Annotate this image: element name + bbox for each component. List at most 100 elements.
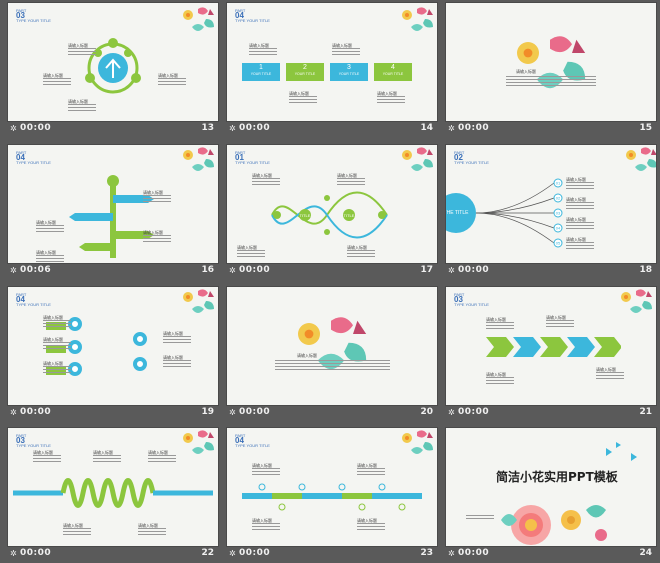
flower-decoration-icon <box>402 430 433 454</box>
slide-number: 15 <box>639 123 652 133</box>
slide-thumbnail-19[interactable]: PART 04 TYPE YOUR TITLE 请输入标题 请输入标题 请输入标题 请输入… <box>8 287 218 419</box>
slide-thumbnail-21[interactable]: PART 03 TYPE YOUR TITLE 请输入标题 请输入标题 请输入标题 请输入… <box>446 287 656 419</box>
title-circle: THE TITLE <box>446 193 476 233</box>
svg-text:TITLE: TITLE <box>300 213 311 218</box>
transition-icon[interactable]: ✲ <box>229 266 236 275</box>
flower-decoration-icon <box>621 289 652 313</box>
transition-icon[interactable]: ✲ <box>10 124 17 133</box>
wave-diagram: TITLE TITLE <box>271 191 388 239</box>
slide-thumbnail-22[interactable]: PART 03 TYPE YOUR TITLE 请输入标题 请输入标题 请输入标题 请输入… <box>8 428 218 560</box>
slide-number: 18 <box>639 265 652 275</box>
slide-thumbnail-17[interactable]: PART 01 TYPE YOUR TITLE TITLE TITLE 请输入标题请… <box>227 145 437 277</box>
slide-preview[interactable]: PART 03 TYPE YOUR TITLE 请输入标题 请输入标题 请输入标题 请输入… <box>8 428 218 546</box>
slide-preview[interactable]: PART 04 TYPE YOUR TITLE 1 YOUR TITLE 2 YOU… <box>227 3 437 121</box>
transition-icon[interactable]: ✲ <box>448 124 455 133</box>
transition-icon[interactable]: ✲ <box>10 408 17 417</box>
slide-timing: 00:00 <box>458 265 490 275</box>
slide-thumbnail-15[interactable]: 请输入标题 ✲ 00:00 15 <box>446 3 656 135</box>
slide-thumbnail-16[interactable]: PART 04 TYPE YOUR TITLE 请输入标题 请输入标题 请输入标题 请输入… <box>8 145 218 277</box>
slide-preview[interactable]: 请输入标题 <box>446 3 656 121</box>
slide-preview[interactable]: PART 04 TYPE YOUR TITLE 请输入标题 请输入标题 请输入标题 请输入… <box>8 287 218 405</box>
slide-footer: ✲ 00:00 17 <box>227 265 437 279</box>
slide-timing: 00:00 <box>458 548 490 558</box>
part-header: PART 02 TYPE YOUR TITLE <box>454 150 489 165</box>
slide-number: 19 <box>201 407 214 417</box>
slide-number: 20 <box>420 407 433 417</box>
slide-number: 24 <box>639 548 652 558</box>
slide-preview[interactable]: 请输入标题 <box>227 287 437 405</box>
slide-preview[interactable]: PART 04 TYPE YOUR TITLE 请输入标题 请输入标题 请输入标题 请输入… <box>227 428 437 546</box>
slide-thumbnail-23[interactable]: PART 04 TYPE YOUR TITLE 请输入标题 请输入标题 请输入标题 请输入… <box>227 428 437 560</box>
flower-decoration-icon <box>183 147 214 171</box>
placeholder-title: 请输入标题 <box>516 69 536 74</box>
slide-number: 22 <box>201 548 214 558</box>
butterfly-icon <box>606 442 637 461</box>
slide-sorter-grid: PART 03 TYPE YOUR TITLE 请输入标题 请输入标题 请输入标题 请输入… <box>0 0 660 563</box>
placeholder-title: 请输入标题 <box>297 353 317 358</box>
part-header: PART 04 TYPE YOUR TITLE <box>16 292 51 307</box>
slide-timing: 00:06 <box>20 265 52 275</box>
slide-thumbnail-14[interactable]: PART 04 TYPE YOUR TITLE 1 YOUR TITLE 2 YOU… <box>227 3 437 135</box>
arrow-chain <box>486 337 621 357</box>
slide-footer: ✲ 00:00 23 <box>227 548 437 562</box>
flower-decoration-icon <box>626 147 656 171</box>
cover-title: 简洁小花实用PPT模板 <box>496 470 618 484</box>
flower-decoration-icon <box>183 289 214 313</box>
numbered-box: 2 YOUR TITLE <box>286 63 324 81</box>
flower-decoration-icon <box>183 430 214 454</box>
slide-thumbnail-24[interactable]: 简洁小花实用PPT模板 ✲ 00:00 24 <box>446 428 656 560</box>
slide-number: 17 <box>420 265 433 275</box>
slide-thumbnail-18[interactable]: PART 02 TYPE YOUR TITLE THE TITLE 01 02 03… <box>446 145 656 277</box>
transition-icon[interactable]: ✲ <box>448 408 455 417</box>
part-header: PART 03 TYPE YOUR TITLE <box>16 8 51 23</box>
svg-text:05: 05 <box>556 241 561 246</box>
slide-footer: ✲ 00:00 20 <box>227 407 437 421</box>
transition-icon[interactable]: ✲ <box>229 549 236 558</box>
slide-footer: ✲ 00:00 13 <box>8 123 218 137</box>
flower-decoration-icon <box>402 147 433 171</box>
slide-number: 21 <box>639 407 652 417</box>
transition-icon[interactable]: ✲ <box>229 124 236 133</box>
svg-text:04: 04 <box>556 226 561 231</box>
slide-thumbnail-13[interactable]: PART 03 TYPE YOUR TITLE 请输入标题 请输入标题 请输入标题 请输入… <box>8 3 218 135</box>
transition-icon[interactable]: ✲ <box>229 408 236 417</box>
slide-footer: ✲ 00:00 19 <box>8 407 218 421</box>
slide-timing: 00:00 <box>20 407 52 417</box>
part-header: PART 04 TYPE YOUR TITLE <box>235 8 270 23</box>
transition-icon[interactable]: ✲ <box>10 266 17 275</box>
transition-icon[interactable]: ✲ <box>10 549 17 558</box>
transition-icon[interactable]: ✲ <box>448 549 455 558</box>
svg-text:01: 01 <box>556 181 561 186</box>
slide-number: 16 <box>201 265 214 275</box>
slide-preview[interactable]: PART 04 TYPE YOUR TITLE 请输入标题 请输入标题 请输入标题 请输入… <box>8 145 218 263</box>
slide-timing: 00:00 <box>239 407 271 417</box>
slide-footer: ✲ 00:00 24 <box>446 548 656 562</box>
slide-footer: ✲ 00:00 15 <box>446 123 656 137</box>
slide-preview[interactable]: PART 01 TYPE YOUR TITLE TITLE TITLE 请输入标题请… <box>227 145 437 263</box>
slide-footer: ✲ 00:06 16 <box>8 265 218 279</box>
slide-number: 13 <box>201 123 214 133</box>
slide-preview[interactable]: 简洁小花实用PPT模板 <box>446 428 656 546</box>
flower-decoration-icon <box>402 7 433 31</box>
slide-footer: ✲ 00:00 18 <box>446 265 656 279</box>
slide-preview[interactable]: PART 02 TYPE YOUR TITLE THE TITLE 01 02 03… <box>446 145 656 263</box>
part-header: PART 03 TYPE YOUR TITLE <box>16 433 51 448</box>
numbered-box: 1 YOUR TITLE <box>242 63 280 81</box>
transition-icon[interactable]: ✲ <box>448 266 455 275</box>
svg-text:02: 02 <box>556 196 561 201</box>
flower-decoration-icon <box>298 317 367 370</box>
slide-number: 23 <box>420 548 433 558</box>
slide-preview[interactable]: PART 03 TYPE YOUR TITLE 请输入标题 请输入标题 请输入标题 请输入… <box>8 3 218 121</box>
part-header: PART 01 TYPE YOUR TITLE <box>235 150 270 165</box>
svg-text:TITLE: TITLE <box>344 213 355 218</box>
part-header: PART 03 TYPE YOUR TITLE <box>454 292 489 307</box>
cover-flowers <box>501 505 607 545</box>
slide-preview[interactable]: PART 03 TYPE YOUR TITLE 请输入标题 请输入标题 请输入标题 请输入… <box>446 287 656 405</box>
flower-decoration-icon <box>183 7 214 31</box>
slide-timing: 00:00 <box>20 548 52 558</box>
slide-timing: 00:00 <box>239 265 271 275</box>
slide-timing: 00:00 <box>20 123 52 133</box>
slide-thumbnail-20[interactable]: 请输入标题 ✲ 00:00 20 <box>227 287 437 419</box>
slide-footer: ✲ 00:00 22 <box>8 548 218 562</box>
svg-text:03: 03 <box>556 211 561 216</box>
